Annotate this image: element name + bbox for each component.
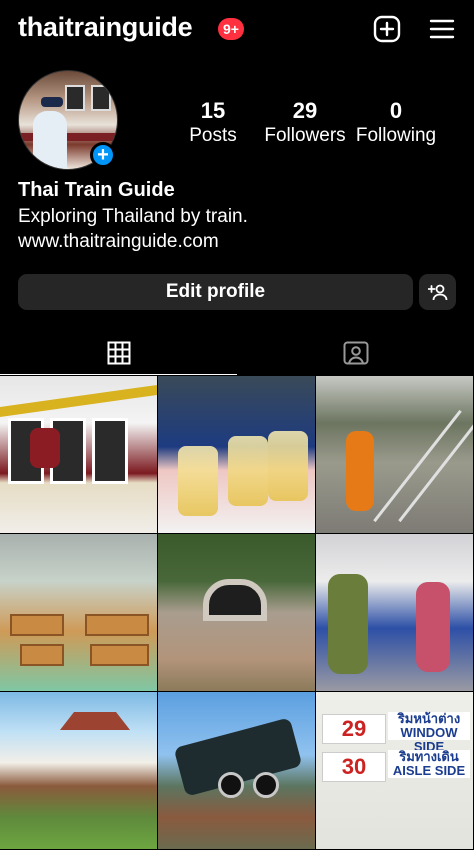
seat-label-aisle: ริมทางเดิน AISLE SIDE bbox=[388, 750, 470, 778]
profile-website-link[interactable]: www.thaitrainguide.com bbox=[18, 230, 219, 254]
seat-label-aisle-english: AISLE SIDE bbox=[392, 763, 466, 778]
tab-tagged[interactable] bbox=[237, 330, 474, 375]
discover-people-button[interactable] bbox=[419, 274, 456, 310]
notification-badge[interactable]: 9+ bbox=[218, 18, 244, 40]
posts-count: 15 bbox=[200, 98, 226, 123]
add-person-icon bbox=[427, 284, 447, 301]
tab-posts-grid[interactable] bbox=[0, 330, 237, 375]
username-title[interactable]: thaitrainguide bbox=[18, 12, 193, 43]
posts-label: Posts bbox=[189, 125, 237, 146]
following-stat[interactable]: 0 Following bbox=[352, 98, 440, 148]
create-post-button[interactable] bbox=[372, 14, 402, 44]
menu-button[interactable] bbox=[427, 14, 457, 44]
hamburger-menu-icon bbox=[429, 19, 455, 39]
seat-label-window-thai: ริมหน้าต่าง bbox=[397, 711, 461, 726]
followers-count: 29 bbox=[292, 98, 318, 123]
post-thumbnail[interactable] bbox=[158, 376, 315, 533]
post-thumbnail[interactable] bbox=[316, 376, 473, 533]
plus-square-icon bbox=[373, 15, 401, 43]
add-story-button[interactable]: + bbox=[90, 142, 116, 168]
grid-icon bbox=[107, 341, 130, 364]
seat-number-29: 29 bbox=[322, 714, 386, 744]
profile-name: Thai Train Guide bbox=[18, 179, 175, 201]
post-thumbnail[interactable] bbox=[0, 692, 157, 849]
post-thumbnail[interactable] bbox=[316, 534, 473, 691]
post-thumbnail[interactable] bbox=[0, 534, 157, 691]
posts-grid: 29 ริมหน้าต่าง WINDOW SIDE 30 ริมทางเดิน… bbox=[0, 376, 474, 850]
followers-stat[interactable]: 29 Followers bbox=[259, 98, 351, 148]
posts-stat[interactable]: 15 Posts bbox=[183, 98, 243, 148]
post-thumbnail[interactable] bbox=[158, 534, 315, 691]
post-thumbnail[interactable] bbox=[158, 692, 315, 849]
profile-tabs bbox=[0, 330, 474, 375]
post-thumbnail[interactable]: 29 ริมหน้าต่าง WINDOW SIDE 30 ริมทางเดิน… bbox=[316, 692, 473, 849]
following-label: Following bbox=[355, 125, 437, 146]
edit-profile-button[interactable]: Edit profile bbox=[18, 274, 413, 310]
following-count: 0 bbox=[389, 98, 403, 123]
seat-label-aisle-thai: ริมทางเดิน bbox=[399, 749, 459, 764]
profile-bio: Exploring Thailand by train. bbox=[18, 206, 248, 227]
seat-label-window: ริมหน้าต่าง WINDOW SIDE bbox=[388, 711, 470, 754]
active-tab-indicator bbox=[0, 374, 237, 375]
post-thumbnail[interactable] bbox=[0, 376, 157, 533]
seat-number-30: 30 bbox=[322, 752, 386, 782]
top-bar: thaitrainguide 9+ bbox=[0, 0, 474, 60]
tagged-icon bbox=[343, 341, 368, 364]
followers-label: Followers bbox=[264, 125, 346, 146]
